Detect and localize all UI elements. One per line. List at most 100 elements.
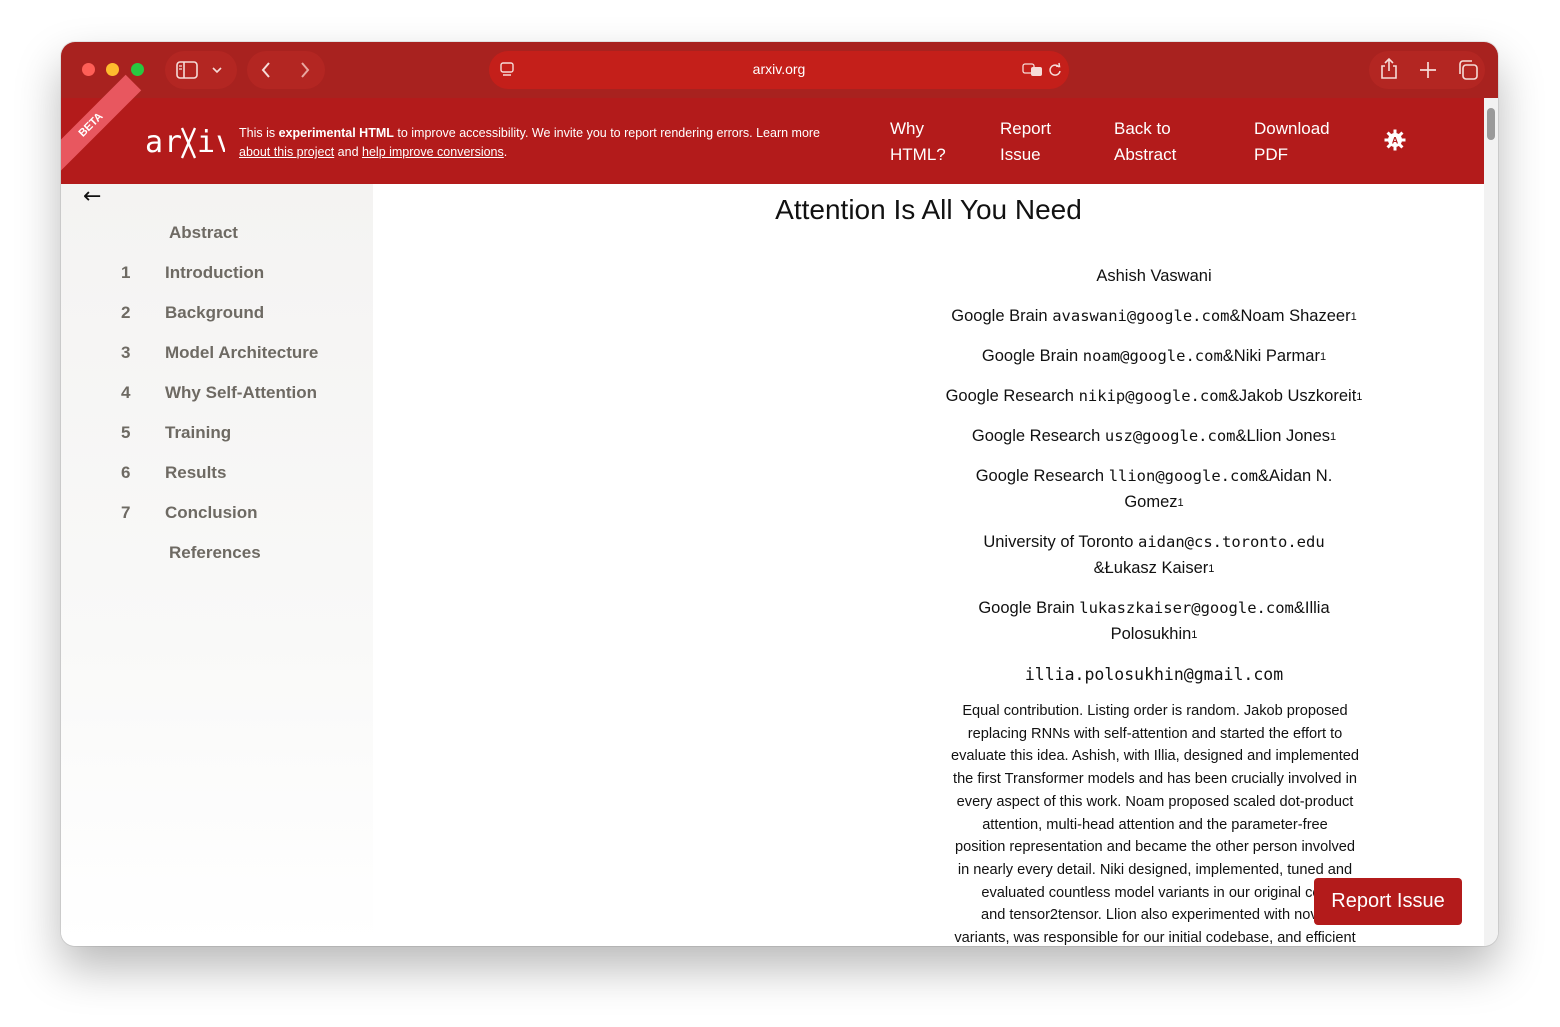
- collapse-toc-arrow-icon[interactable]: ←: [83, 184, 101, 209]
- footnote-line: attention, multi-head attention and the …: [982, 816, 1328, 833]
- why-html-line2: HTML?: [890, 145, 946, 164]
- forward-icon[interactable]: [299, 60, 311, 80]
- author-line: University of Toronto aidan@cs.toronto.e…: [929, 529, 1379, 555]
- author-name: &Noam Shazeer: [1229, 307, 1351, 325]
- author-email: lukaszkaiser@google.com: [1079, 599, 1294, 617]
- report-issue-button[interactable]: Report Issue: [1314, 878, 1462, 925]
- toc-item-number: 6: [121, 463, 131, 482]
- svg-text:A: A: [1392, 136, 1399, 146]
- equal-contribution-footnote: Equal contribution. Listing order is ran…: [937, 700, 1373, 946]
- reload-icon[interactable]: [1048, 62, 1062, 78]
- report-issue-line1: Report: [1000, 119, 1052, 138]
- toc-item-model-architecture[interactable]: 3 Model Architecture: [61, 343, 373, 369]
- arxiv-logo-mark: ar iv: [145, 125, 234, 160]
- toc-item-why-self-attention[interactable]: 4 Why Self-Attention: [61, 383, 373, 409]
- author-name: Ashish Vaswani: [1096, 267, 1212, 285]
- footnote-mark[interactable]: 1: [1178, 497, 1184, 509]
- footnote-mark[interactable]: 1: [1351, 311, 1357, 323]
- translate-icon[interactable]: [1022, 63, 1044, 77]
- author-email: llion@google.com: [1108, 467, 1258, 485]
- footnote-mark[interactable]: 1: [1330, 431, 1336, 443]
- affiliation: University of Toronto: [983, 533, 1139, 551]
- toc-item-number: 4: [121, 383, 131, 402]
- toc-item-number: 3: [121, 343, 131, 362]
- svg-text:iv: iv: [197, 125, 225, 160]
- toc-item-label: References: [169, 543, 261, 562]
- help-improve-link[interactable]: help improve conversions: [362, 145, 504, 159]
- notice-end: .: [503, 145, 508, 159]
- minimize-window-button[interactable]: [106, 63, 119, 76]
- author-line: Google Brain lukaszkaiser@google.com&Ill…: [929, 595, 1379, 621]
- tabs-icon[interactable]: [1457, 59, 1479, 81]
- author-line: Google Research llion@google.com&Aidan N…: [929, 463, 1379, 489]
- footnote-line: Equal contribution. Listing order is ran…: [962, 703, 1348, 719]
- back-icon[interactable]: [260, 60, 272, 80]
- theme-gear-icon[interactable]: A: [1384, 129, 1406, 151]
- back-to-abstract-line2: Abstract: [1114, 145, 1177, 164]
- why-html-link[interactable]: Why HTML?: [890, 116, 946, 168]
- toc-item-number: 1: [121, 263, 131, 282]
- notice-text-2: to improve accessibility. We invite you …: [393, 126, 821, 140]
- author-name: &Jakob Uszkoreit: [1227, 387, 1357, 405]
- share-icon[interactable]: [1379, 57, 1399, 81]
- author-name: &Illia: [1293, 599, 1330, 617]
- notice-text: This is: [239, 126, 279, 140]
- affiliation: Google Research: [975, 467, 1109, 485]
- toc-item-conclusion[interactable]: 7 Conclusion: [61, 503, 373, 529]
- author-line: Google Research usz@google.com&Llion Jon…: [929, 423, 1379, 450]
- toc-item-introduction[interactable]: 1 Introduction: [61, 263, 373, 289]
- toc-item-label: Results: [165, 463, 227, 482]
- toc-item-references[interactable]: References: [61, 543, 373, 569]
- affiliation: Google Brain: [981, 347, 1083, 365]
- toc-item-label: Training: [165, 423, 232, 442]
- footnote-line: in nearly every detail. Niki designed, i…: [957, 861, 1353, 878]
- footnote-line: replacing RNNs with self-attention and s…: [967, 725, 1343, 742]
- browser-window: arxiv.org BETA ar i This is experimental…: [61, 42, 1498, 946]
- footnote-line: every aspect of this work. Noam proposed…: [956, 793, 1354, 810]
- footnote-mark[interactable]: 1: [1356, 391, 1362, 403]
- author-line: Ashish Vaswani: [929, 263, 1379, 289]
- author-name: Gomez: [1124, 493, 1178, 511]
- affiliation: Google Brain: [978, 599, 1080, 617]
- toc-item-label: Background: [165, 303, 265, 322]
- toc-item-label: Abstract: [169, 223, 238, 242]
- author-email: aidan@cs.toronto.edu: [1138, 533, 1325, 551]
- sidebar-icon[interactable]: [176, 61, 198, 79]
- toc-item-label: Model Architecture: [165, 343, 319, 362]
- author-name: &Niki Parmar: [1222, 347, 1320, 365]
- footnote-line: evaluate this idea. Ashish, with Illia, …: [950, 748, 1360, 765]
- experimental-notice: This is experimental HTML to improve acc…: [239, 124, 869, 162]
- address-text: arxiv.org: [752, 61, 806, 77]
- svg-text:ar: ar: [145, 125, 183, 160]
- report-issue-link[interactable]: Report Issue: [1000, 116, 1051, 168]
- about-project-link[interactable]: about this project: [239, 145, 334, 159]
- scrollbar-thumb[interactable]: [1487, 108, 1495, 140]
- author-email: usz@google.com: [1104, 427, 1236, 445]
- toc-item-label: Conclusion: [165, 503, 258, 522]
- footnote-mark[interactable]: 1: [1320, 351, 1326, 363]
- author-name: &Llion Jones: [1235, 427, 1330, 445]
- close-window-button[interactable]: [82, 63, 95, 76]
- arxiv-logo[interactable]: ar iv: [145, 122, 234, 171]
- new-tab-icon[interactable]: [1419, 61, 1437, 79]
- back-to-abstract-link[interactable]: Back to Abstract: [1114, 116, 1176, 168]
- footnote-mark[interactable]: 1: [1208, 563, 1214, 575]
- toc-item-abstract[interactable]: Abstract: [61, 223, 373, 249]
- address-bar[interactable]: arxiv.org: [489, 51, 1069, 89]
- zoom-window-button[interactable]: [131, 63, 144, 76]
- footnote-mark[interactable]: 1: [1191, 629, 1197, 641]
- toc-item-training[interactable]: 5 Training: [61, 423, 373, 449]
- toc-item-results[interactable]: 6 Results: [61, 463, 373, 489]
- author-name: Polosukhin: [1110, 625, 1192, 643]
- browser-toolbar: arxiv.org: [61, 42, 1498, 98]
- author-line: Gomez1: [929, 489, 1379, 516]
- footnote-line: evaluated countless model variants in ou…: [981, 884, 1329, 901]
- footnote-line: the first Transformer models and has bee…: [953, 771, 1357, 788]
- download-pdf-link[interactable]: Download PDF: [1254, 116, 1330, 168]
- author-email: noam@google.com: [1082, 347, 1223, 365]
- back-to-abstract-line1: Back to: [1114, 119, 1171, 138]
- chevron-down-icon[interactable]: [211, 65, 223, 75]
- toc-item-background[interactable]: 2 Background: [61, 303, 373, 329]
- page-scrollbar[interactable]: [1484, 98, 1498, 946]
- download-pdf-line1: Download: [1254, 119, 1330, 138]
